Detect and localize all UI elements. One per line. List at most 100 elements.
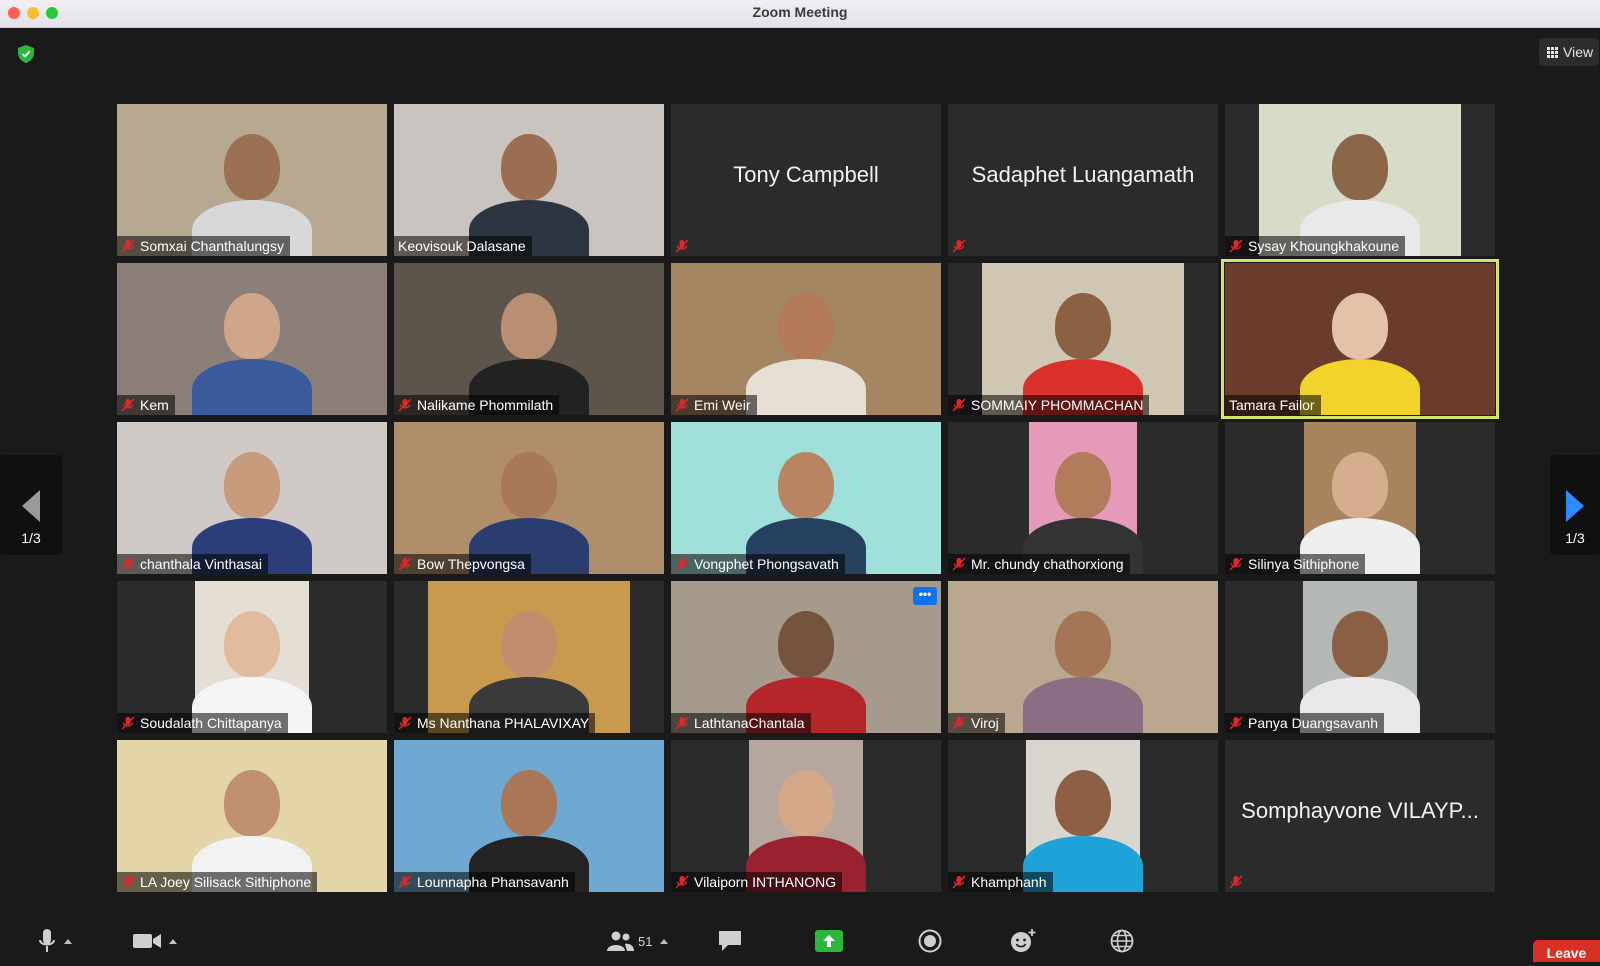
participant-face — [778, 452, 834, 518]
participant-video — [948, 581, 1218, 733]
participant-tile[interactable]: Soudalath Chittapanya — [117, 581, 387, 733]
participant-tile[interactable]: Somxai Chanthalungsy — [117, 104, 387, 256]
participant-video — [671, 263, 941, 415]
participant-tile[interactable]: LA Joey Silisack Sithiphone — [117, 740, 387, 892]
participant-tile[interactable]: Vilaiporn INTHANONG — [671, 740, 941, 892]
participant-tile[interactable]: Panya Duangsavanh — [1225, 581, 1495, 733]
mic-off-icon — [952, 239, 966, 253]
audio-options-caret[interactable] — [64, 938, 72, 944]
mic-off-icon — [121, 398, 135, 412]
mic-off-icon — [675, 557, 689, 571]
participant-label: Tamara Failor — [1225, 395, 1321, 415]
participant-tile[interactable]: Tamara Failor — [1221, 259, 1499, 419]
participant-label — [671, 236, 700, 256]
share-screen-icon — [815, 930, 843, 952]
participant-tile[interactable]: Kem — [117, 263, 387, 415]
mic-off-icon — [121, 557, 135, 571]
participant-video — [394, 422, 664, 574]
window-title: Zoom Meeting — [752, 4, 848, 20]
participant-video — [1023, 422, 1143, 574]
mic-off-icon — [398, 398, 412, 412]
more-options-icon[interactable]: ••• — [913, 587, 937, 605]
participant-name: LathtanaChantala — [694, 715, 805, 731]
participant-label: Viroj — [948, 713, 1005, 733]
reactions-button[interactable] — [1010, 928, 1036, 954]
mic-off-icon — [1229, 239, 1243, 253]
participant-tile[interactable]: Mr. chundy chathorxiong — [948, 422, 1218, 574]
video-options-caret[interactable] — [169, 938, 177, 944]
participant-tile[interactable]: LathtanaChantala ••• — [671, 581, 941, 733]
participant-tile[interactable]: Keovisouk Dalasane — [394, 104, 664, 256]
participant-video — [1300, 422, 1420, 574]
participants-icon — [607, 931, 634, 951]
mic-off-icon — [398, 557, 412, 571]
participant-face — [1055, 770, 1111, 836]
participant-name: Silinya Sithiphone — [1248, 556, 1360, 572]
participants-count: 51 — [638, 933, 653, 949]
participant-label: chanthala Vinthasai — [117, 554, 268, 574]
participant-tile[interactable]: Emi Weir — [671, 263, 941, 415]
participant-name: Khamphanh — [971, 874, 1047, 890]
participant-tile[interactable]: Vongphet Phongsavath — [671, 422, 941, 574]
participant-label: Emi Weir — [671, 395, 757, 415]
participant-tile[interactable]: Tony Campbell — [671, 104, 941, 256]
participant-label: Nalikame Phommilath — [394, 395, 560, 415]
record-button[interactable] — [918, 928, 942, 954]
participant-video — [394, 104, 664, 256]
participant-tile[interactable]: Somphayvone VILAYP... — [1225, 740, 1495, 892]
view-button-label: View — [1563, 44, 1594, 60]
participant-name: LA Joey Silisack Sithiphone — [140, 874, 312, 890]
participant-face — [1332, 452, 1388, 518]
participant-tile[interactable]: Ms Nanthana PHALAVIXAY — [394, 581, 664, 733]
mic-off-icon — [675, 398, 689, 412]
participant-tile[interactable]: Bow Thepvongsa — [394, 422, 664, 574]
participant-tile[interactable]: Silinya Sithiphone — [1225, 422, 1495, 574]
record-icon — [918, 929, 942, 953]
mic-off-icon — [121, 716, 135, 730]
participant-tile[interactable]: Nalikame Phommilath — [394, 263, 664, 415]
leave-button[interactable]: Leave — [1533, 940, 1600, 962]
participant-label: Silinya Sithiphone — [1225, 554, 1366, 574]
participant-tile[interactable]: chanthala Vinthasai — [117, 422, 387, 574]
participant-tile[interactable]: Sadaphet Luangamath — [948, 104, 1218, 256]
participant-label: Keovisouk Dalasane — [394, 236, 532, 256]
shield-icon[interactable] — [14, 42, 38, 66]
mic-icon — [39, 929, 55, 952]
participant-tile[interactable]: Sysay Khoungkhakoune — [1225, 104, 1495, 256]
participant-face — [501, 770, 557, 836]
view-button[interactable]: View — [1539, 38, 1599, 66]
participant-face — [1332, 611, 1388, 677]
share-screen-button[interactable] — [815, 928, 843, 954]
participant-figure — [192, 359, 312, 415]
participant-figure — [746, 359, 866, 415]
participant-name: Keovisouk Dalasane — [398, 238, 526, 254]
participants-options-caret[interactable] — [660, 938, 669, 944]
mic-off-icon — [952, 716, 966, 730]
next-page-button[interactable]: 1/3 — [1550, 455, 1600, 555]
participant-face — [778, 611, 834, 677]
participant-name: Lounnapha Phansavanh — [417, 874, 569, 890]
participant-face — [501, 293, 557, 359]
participant-tile[interactable]: Lounnapha Phansavanh — [394, 740, 664, 892]
participant-name: Nalikame Phommilath — [417, 397, 554, 413]
chat-button[interactable] — [718, 928, 742, 954]
language-interpretation-button[interactable] — [1110, 928, 1134, 954]
mic-off-icon — [1229, 716, 1243, 730]
participant-name: Sysay Khoungkhakoune — [1248, 238, 1399, 254]
participant-tile[interactable]: Viroj — [948, 581, 1218, 733]
participant-video — [1023, 740, 1143, 892]
chat-icon — [719, 931, 741, 951]
participant-tile[interactable]: SOMMAIY PHOMMACHAN — [948, 263, 1218, 415]
participant-label: Mr. chundy chathorxiong — [948, 554, 1130, 574]
participant-video — [1225, 263, 1495, 415]
participant-name: Viroj — [971, 715, 999, 731]
participant-label: Khamphanh — [948, 872, 1053, 892]
previous-page-button[interactable]: 1/3 — [0, 455, 62, 555]
participant-name: Bow Thepvongsa — [417, 556, 525, 572]
participant-face — [1055, 611, 1111, 677]
mute-button[interactable] — [38, 928, 72, 954]
participant-label: Vilaiporn INTHANONG — [671, 872, 843, 892]
participant-tile[interactable]: Khamphanh — [948, 740, 1218, 892]
video-button[interactable] — [133, 928, 177, 954]
participants-button[interactable]: 51 — [606, 928, 669, 954]
